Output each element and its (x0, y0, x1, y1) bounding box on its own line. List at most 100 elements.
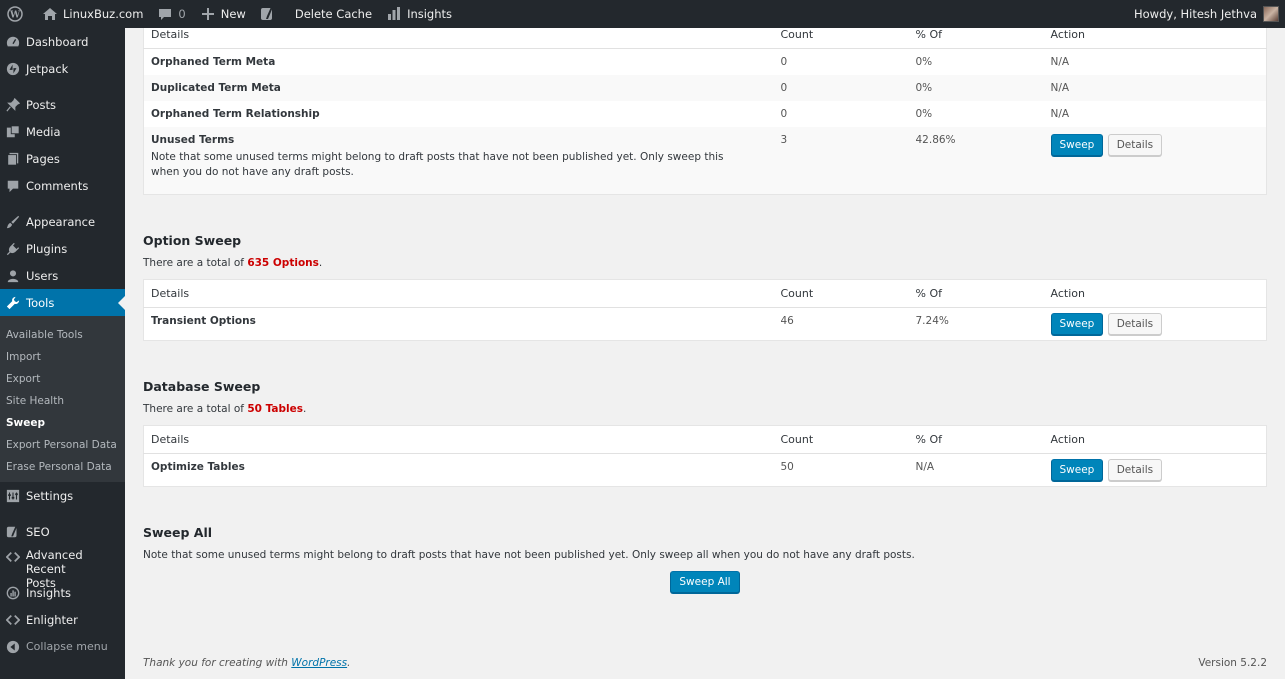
avatar (1263, 6, 1279, 22)
menu-label: Settings (26, 488, 74, 503)
comments-link[interactable]: 0 (150, 0, 192, 28)
wordpress-logo-icon: W (7, 6, 23, 22)
insights-label: Insights (407, 7, 453, 21)
menu-seo[interactable]: SEO (0, 518, 125, 545)
column-header-details: Details (143, 28, 774, 49)
footer-thanks: Thank you for creating with WordPress. (143, 657, 351, 669)
table-header-row: Details Count % Of Action (143, 425, 1267, 454)
yoast-icon (260, 7, 273, 20)
pushpin-icon (5, 97, 21, 113)
row-percent: 0% (915, 55, 933, 68)
footer: Thank you for creating with WordPress. V… (143, 657, 1267, 669)
wrench-icon (5, 295, 21, 311)
column-header-details: Details (143, 425, 774, 454)
bar-chart-icon (388, 7, 401, 20)
column-header-action: Action (1043, 279, 1267, 308)
tools-submenu: Available Tools Import Export Site Healt… (0, 316, 125, 482)
site-name-link[interactable]: LinuxBuz.com (35, 0, 150, 28)
sweep-button[interactable]: Sweep (1050, 458, 1104, 481)
sweep-all-button[interactable]: Sweep All (670, 570, 740, 593)
row-percent: 42.86% (908, 126, 1044, 194)
option-sweep-table: Details Count % Of Action Transient Opti… (143, 278, 1267, 341)
row-count: 50 (780, 460, 794, 473)
submenu-available-tools[interactable]: Available Tools (0, 324, 125, 346)
menu-label: Tools (26, 295, 55, 310)
column-header-percent: % Of (908, 279, 1044, 308)
details-button[interactable]: Details (1107, 312, 1163, 335)
sweep-button[interactable]: Sweep (1050, 133, 1104, 156)
row-action: N/A (1050, 55, 1070, 68)
pages-icon (5, 151, 21, 167)
site-name: LinuxBuz.com (63, 7, 144, 21)
row-action: N/A (1050, 107, 1070, 120)
collapse-menu-button[interactable]: Collapse menu (0, 633, 125, 660)
column-header-count: Count (773, 28, 909, 49)
menu-label: Media (26, 124, 61, 139)
table-row: Unused Terms Note that some unused terms… (143, 126, 1267, 194)
term-sweep-table: Details Count % Of Action Orphaned Term … (143, 28, 1267, 195)
submenu-import[interactable]: Import (0, 346, 125, 368)
submenu-erase-personal-data[interactable]: Erase Personal Data (0, 456, 125, 478)
unused-terms-label: Unused Terms (151, 133, 235, 146)
dashboard-icon (5, 34, 21, 50)
section-title: Sweep All (143, 524, 213, 540)
menu-label: Pages (26, 151, 60, 166)
my-account-menu[interactable]: Howdy, Hitesh Jethva (1127, 0, 1285, 28)
code-brackets-icon (5, 549, 21, 565)
media-icon (5, 124, 21, 140)
menu-users[interactable]: Users (0, 262, 125, 289)
collapse-arrow-icon (5, 639, 21, 655)
submenu-site-health[interactable]: Site Health (0, 390, 125, 412)
admin-bar: W LinuxBuz.com 0 New Delete Cache Insigh… (0, 0, 1285, 28)
menu-jetpack[interactable]: Jetpack (0, 55, 125, 82)
new-content-button[interactable]: New (193, 0, 253, 28)
submenu-export[interactable]: Export (0, 368, 125, 390)
menu-media[interactable]: Media (0, 118, 125, 145)
details-button[interactable]: Details (1107, 458, 1163, 481)
paintbrush-icon (5, 214, 21, 230)
submenu-export-personal-data[interactable]: Export Personal Data (0, 434, 125, 456)
column-header-details: Details (143, 279, 774, 308)
section-title: Database Sweep (143, 378, 261, 394)
settings-icon (5, 488, 21, 504)
total-text: There are a total of 635 Options. (143, 256, 323, 269)
menu-label: Collapse menu (26, 640, 108, 653)
menu-pages[interactable]: Pages (0, 145, 125, 172)
total-value: 50 Tables (247, 402, 303, 415)
table-header-row: Details Count % Of Action (143, 279, 1267, 308)
comment-bubble-icon (159, 9, 172, 20)
row-name: Orphaned Term Relationship (151, 107, 320, 120)
menu-advanced-recent-posts[interactable]: Advanced Recent Posts (0, 545, 125, 590)
menu-dashboard[interactable]: Dashboard (0, 28, 125, 55)
menu-posts[interactable]: Posts (0, 91, 125, 118)
delete-cache-button[interactable]: Delete Cache (288, 0, 379, 28)
option-sweep-section: Option Sweep There are a total of 635 Op… (143, 233, 1267, 341)
wordpress-link[interactable]: WordPress (291, 657, 347, 669)
menu-label: Comments (26, 178, 89, 193)
menu-plugins[interactable]: Plugins (0, 235, 125, 262)
svg-text:W: W (9, 11, 21, 21)
menu-insights[interactable]: Insights (0, 579, 125, 606)
sweep-button[interactable]: Sweep (1050, 312, 1104, 335)
section-title: Option Sweep (143, 232, 242, 248)
menu-settings[interactable]: Settings (0, 482, 125, 509)
row-percent: 0% (908, 74, 1044, 101)
column-header-action: Action (1043, 28, 1267, 49)
sweep-all-section: Sweep All Note that some unused terms mi… (143, 525, 1267, 593)
menu-appearance[interactable]: Appearance (0, 208, 125, 235)
row-count: 0 (780, 107, 788, 120)
insights-icon (5, 585, 21, 601)
menu-label: Users (26, 268, 59, 283)
menu-label: Dashboard (26, 34, 89, 49)
table-row: Duplicated Term Meta 0 0% N/A (143, 74, 1267, 101)
details-button[interactable]: Details (1107, 133, 1163, 156)
insights-link[interactable]: Insights (379, 0, 459, 28)
submenu-sweep[interactable]: Sweep (0, 412, 125, 434)
menu-comments[interactable]: Comments (0, 172, 125, 199)
menu-label: Enlighter (26, 612, 78, 627)
menu-tools[interactable]: Tools (0, 289, 125, 316)
yoast-seo-button[interactable] (253, 0, 288, 28)
menu-enlighter[interactable]: Enlighter (0, 606, 125, 633)
wordpress-logo-button[interactable]: W (0, 0, 35, 28)
code-brackets-icon (5, 612, 21, 628)
